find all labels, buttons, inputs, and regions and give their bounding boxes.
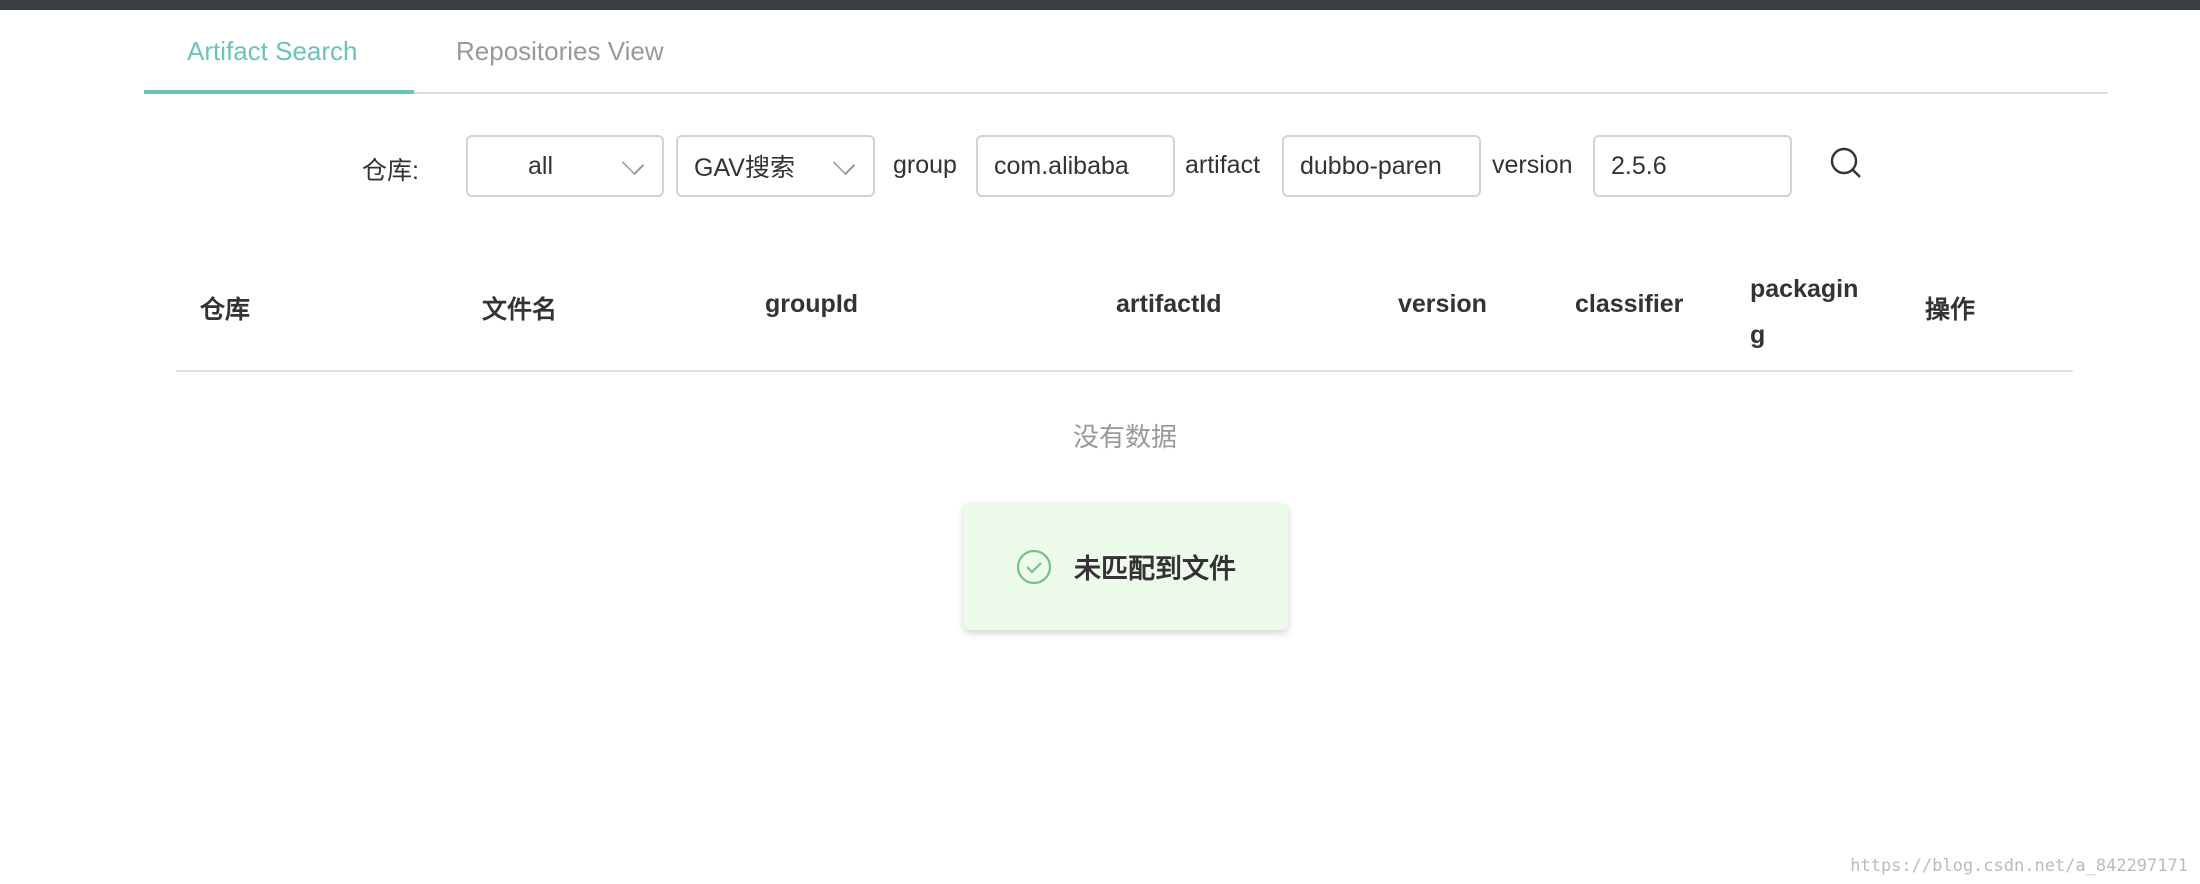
group-label: group: [893, 151, 957, 179]
artifact-input[interactable]: [1300, 151, 1463, 181]
col-classifier: classifier: [1575, 290, 1684, 318]
top-bar: [0, 0, 2200, 10]
chevron-down-icon: [832, 152, 856, 176]
search-icon: [1830, 147, 1861, 178]
watermark: https://blog.csdn.net/a_842297171: [1850, 856, 2188, 876]
empty-state: 没有数据: [1072, 422, 1177, 452]
col-repo: 仓库: [200, 296, 251, 324]
search-mode-select[interactable]: GAV搜索: [676, 135, 875, 197]
chevron-down-icon: [621, 152, 645, 176]
search-button[interactable]: [1828, 146, 1864, 182]
repo-select-value: all: [528, 151, 554, 180]
toast-text: 未匹配到文件: [1074, 554, 1236, 584]
version-label: version: [1492, 151, 1573, 179]
tab-artifact-search[interactable]: Artifact Search: [187, 36, 358, 67]
tab-bar: Artifact Search Repositories View: [144, 30, 2108, 94]
col-groupid: groupId: [765, 290, 859, 318]
col-packaging: packagin g: [1750, 275, 1859, 349]
col-actions: 操作: [1925, 296, 1976, 324]
artifact-field-wrap: [1282, 135, 1481, 197]
version-field-wrap: [1593, 135, 1792, 197]
version-input[interactable]: [1611, 151, 1774, 181]
toast-message: 未匹配到文件: [964, 503, 1288, 630]
header-divider: [176, 370, 2073, 372]
col-filename: 文件名: [482, 296, 558, 324]
check-circle-icon: [1016, 549, 1052, 584]
group-input[interactable]: [994, 151, 1157, 181]
tab-repositories-view[interactable]: Repositories View: [456, 36, 664, 67]
col-artifactid: artifactId: [1116, 290, 1222, 318]
active-tab-indicator: [144, 90, 414, 94]
repo-label: 仓库:: [362, 157, 419, 185]
search-mode-value: GAV搜索: [694, 154, 795, 182]
group-field-wrap: [976, 135, 1175, 197]
col-version: version: [1398, 290, 1487, 318]
artifact-label: artifact: [1185, 151, 1261, 179]
repo-select[interactable]: all: [466, 135, 664, 197]
